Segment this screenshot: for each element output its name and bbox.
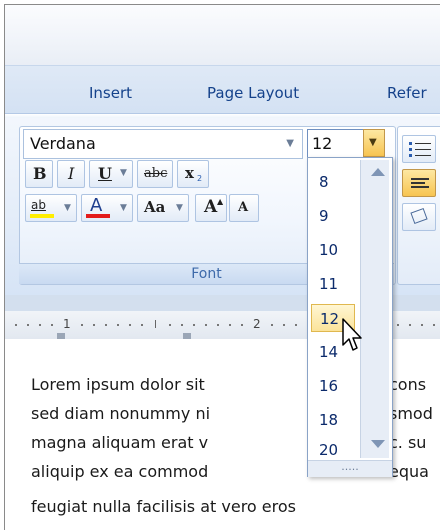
dropdown-arrow-icon: ▼	[369, 137, 377, 148]
document-line: aliquip ex ea commod	[31, 462, 209, 481]
tab-page-layout[interactable]: Page Layout	[207, 84, 299, 102]
size-option[interactable]: 8	[311, 168, 355, 196]
bold-label: B	[33, 164, 47, 183]
list-scrollbar[interactable]	[360, 160, 389, 458]
bullets-icon[interactable]	[402, 135, 436, 163]
document-line: sed diam nonummy ni	[31, 404, 211, 423]
size-option[interactable]: 16	[311, 372, 355, 400]
document-line: magna aliquam erat v	[31, 433, 209, 452]
dropdown-arrow-icon[interactable]: ▼	[286, 138, 294, 149]
scroll-up-icon[interactable]	[371, 168, 385, 176]
font-size-field[interactable]: 12	[307, 129, 365, 159]
size-option[interactable]: 10	[311, 236, 355, 264]
highlight-label: ab	[31, 198, 46, 212]
document-line-tail: smod	[389, 404, 433, 423]
font-size-value: 12	[312, 134, 333, 153]
font-name-field[interactable]: Verdana ▼	[23, 129, 303, 159]
underline-label: U	[98, 164, 112, 183]
italic-button[interactable]: I	[57, 160, 85, 188]
shrink-font-button[interactable]: A	[229, 194, 259, 222]
tab-references[interactable]: Refer	[387, 84, 427, 102]
grow-font-button[interactable]: A ▲	[195, 194, 227, 222]
font-size-dropdown-button[interactable]: ▼	[363, 129, 385, 157]
size-option[interactable]: 9	[311, 202, 355, 230]
align-left-button[interactable]	[402, 169, 436, 197]
word-window: Insert Page Layout Refer B I U ▼ abc x 2…	[4, 4, 440, 530]
bold-button[interactable]: B	[25, 160, 53, 188]
strikethrough-button[interactable]: abc	[137, 160, 173, 188]
resize-grip[interactable]: .....	[308, 460, 392, 477]
highlight-color-bar	[30, 214, 54, 218]
dropdown-arrow-icon: ▼	[120, 203, 127, 213]
font-color-label: A	[90, 195, 103, 216]
ribbon-tabs: Insert Page Layout Refer	[5, 65, 440, 116]
change-case-label: Aa	[144, 198, 166, 216]
grow-font-label: A	[204, 197, 218, 217]
highlight-button[interactable]: ab ▼	[25, 194, 77, 222]
mouse-cursor-icon	[342, 318, 362, 351]
document-line: feugiat nulla facilisis at vero eros	[31, 497, 296, 516]
subscript-button[interactable]: x 2	[177, 160, 209, 188]
scroll-down-icon[interactable]	[371, 440, 385, 448]
italic-label: I	[68, 164, 75, 183]
underline-button[interactable]: U ▼	[89, 160, 133, 188]
font-color-button[interactable]: A ▼	[81, 194, 133, 222]
shading-icon[interactable]	[402, 203, 436, 231]
ruler-mark-1: 1	[63, 317, 71, 331]
font-color-bar	[86, 214, 110, 218]
document-line-tail: cons	[389, 375, 427, 394]
tab-insert[interactable]: Insert	[89, 84, 132, 102]
strikethrough-label: abc	[144, 166, 168, 181]
size-option[interactable]: 11	[311, 270, 355, 298]
ruler-mark-2: 2	[253, 317, 261, 331]
document-line-tail: c. su	[389, 433, 427, 452]
dropdown-arrow-icon: ▼	[120, 168, 127, 178]
dropdown-arrow-icon: ▼	[176, 203, 183, 213]
document-line: Lorem ipsum dolor sit	[31, 375, 205, 394]
font-name-value: Verdana	[30, 134, 96, 153]
title-bar	[5, 5, 440, 65]
size-option[interactable]: 18	[311, 406, 355, 434]
paragraph-group	[397, 126, 440, 285]
subscript-label: x	[185, 164, 194, 182]
document-line-tail: equa	[389, 462, 429, 481]
change-case-button[interactable]: Aa ▼	[137, 194, 189, 222]
shrink-font-label: A	[238, 200, 249, 215]
dropdown-arrow-icon: ▼	[64, 203, 71, 213]
